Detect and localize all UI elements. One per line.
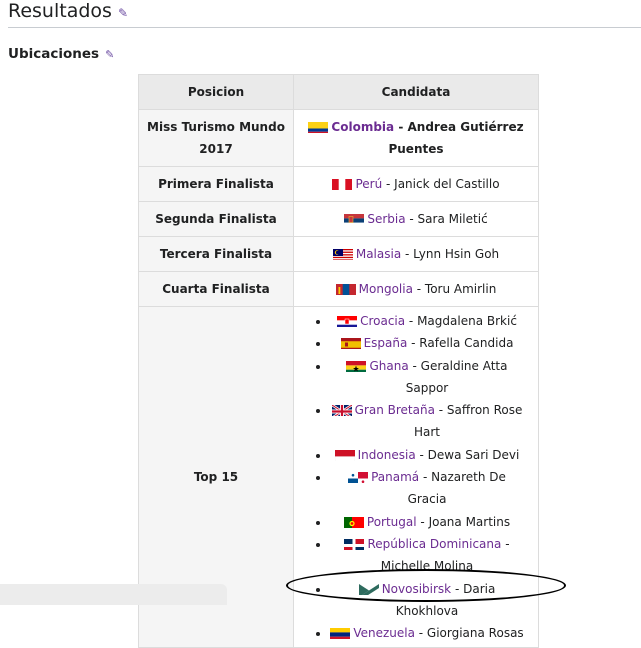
position-cell: Cuarta Finalista <box>138 271 294 307</box>
country-link[interactable]: Indonesia <box>358 448 416 462</box>
mongolia-flag-icon <box>335 282 356 295</box>
candidate-name: Nazareth De Gracia <box>407 470 506 507</box>
candidate-name: Michelle Molina <box>380 559 474 574</box>
list-item: Novosibirsk - Daria Khokhlova <box>330 578 532 623</box>
results-table: Posicion Candidata Miss Turismo Mundo 20… <box>138 74 539 648</box>
country-link[interactable]: Malasia <box>356 247 401 261</box>
list-item: Gran Bretaña - Saffron Rose Hart <box>330 399 532 444</box>
candidate-name: Janick del Castillo <box>394 177 500 191</box>
subsection-heading: Ubicaciones ✎ <box>8 46 114 62</box>
position-cell: Segunda Finalista <box>138 201 294 237</box>
bottom-overlay-bar <box>0 584 227 605</box>
list-item: España - Rafella Candida <box>330 332 532 354</box>
indonesia-flag-icon <box>334 448 355 461</box>
candidate-name: Rafella Candida <box>419 336 514 351</box>
country-link[interactable]: Panamá <box>371 470 419 484</box>
country-link[interactable]: España <box>364 336 408 350</box>
list-item: República Dominicana - Michelle Molina <box>330 533 532 578</box>
uk-flag-icon <box>331 403 352 417</box>
candidate-name: Giorgiana Rosas <box>426 626 524 641</box>
venezuela-flag-icon <box>330 626 351 640</box>
portugal-flag-icon <box>343 515 364 528</box>
spain-flag-icon <box>340 336 361 350</box>
subsection-title: Ubicaciones <box>8 46 100 62</box>
pencil-icon[interactable]: ✎ <box>118 6 128 20</box>
list-item: Croacia - Magdalena Brkić <box>330 310 532 332</box>
country-link[interactable]: Colombia <box>331 120 394 134</box>
malaysia-flag-icon <box>332 247 353 260</box>
ghana-flag-icon <box>346 359 367 372</box>
candidate-cell: Colombia - Andrea Gutiérrez Puentes <box>293 109 539 167</box>
serbia-flag-icon <box>344 212 365 225</box>
list-item: Venezuela - Giorgiana Rosas <box>330 622 532 644</box>
croatia-flag-icon <box>337 314 358 327</box>
table-row: Primera Finalista Perú - Janick del Cast… <box>138 166 539 202</box>
country-link[interactable]: Gran Bretaña <box>355 403 435 417</box>
candidate-cell: Perú - Janick del Castillo <box>293 166 539 202</box>
heading-divider <box>8 27 641 28</box>
list-item: Ghana - Geraldine Atta Sappor <box>330 355 532 400</box>
candidate-cell: Croacia - Magdalena Brkić España - Rafel… <box>293 305 539 648</box>
section-title: Resultados <box>8 0 112 22</box>
list-item: Panamá - Nazareth De Gracia <box>330 466 532 511</box>
candidate-name: Andrea Gutiérrez Puentes <box>388 120 524 156</box>
candidate-name: Joana Martins <box>428 514 511 529</box>
column-header-position: Posicion <box>138 74 294 110</box>
table-row: Miss Turismo Mundo 2017 Colombia - Andre… <box>138 109 539 167</box>
candidate-cell: Malasia - Lynn Hsin Goh <box>293 236 539 272</box>
list-item: Indonesia - Dewa Sari Devi <box>330 444 532 466</box>
panama-flag-icon <box>348 470 369 484</box>
top15-list: Croacia - Magdalena Brkić España - Rafel… <box>300 307 532 647</box>
country-link[interactable]: Ghana <box>369 359 408 373</box>
candidate-name: Sara Miletić <box>417 212 488 226</box>
country-link[interactable]: Croacia <box>360 314 405 328</box>
pencil-icon[interactable]: ✎ <box>105 48 114 61</box>
novosibirsk-flag-icon <box>358 582 379 595</box>
candidate-name: Geraldine Atta Sappor <box>405 358 508 395</box>
table-row: Segunda Finalista Serbia - Sara Miletić <box>138 201 539 237</box>
country-link[interactable]: Perú <box>355 177 382 191</box>
candidate-name: Lynn Hsin Goh <box>413 247 500 261</box>
country-link[interactable]: Portugal <box>367 515 417 529</box>
table-row: Cuarta Finalista Mongolia - Toru Amirlin <box>138 271 539 307</box>
country-link[interactable]: Serbia <box>367 212 405 226</box>
country-link[interactable]: Novosibirsk <box>382 582 451 596</box>
list-item: Portugal - Joana Martins <box>330 511 532 533</box>
dominican-republic-flag-icon <box>344 537 365 550</box>
candidate-cell: Mongolia - Toru Amirlin <box>293 271 539 307</box>
candidate-cell: Serbia - Sara Miletić <box>293 201 539 237</box>
section-heading: Resultados ✎ <box>8 0 128 22</box>
candidate-name: Dewa Sari Devi <box>427 447 520 462</box>
candidate-name: Toru Amirlin <box>424 282 497 296</box>
colombia-flag-icon <box>308 120 329 133</box>
position-cell: Primera Finalista <box>138 166 294 202</box>
country-link[interactable]: Venezuela <box>353 626 415 640</box>
candidate-name: Magdalena Brkić <box>417 314 517 328</box>
table-row: Tercera Finalista Malasia - Lynn Hsin Go… <box>138 236 539 272</box>
peru-flag-icon <box>332 177 353 190</box>
country-link[interactable]: Mongolia <box>359 282 413 296</box>
country-link[interactable]: República Dominicana <box>367 537 501 551</box>
position-cell: Miss Turismo Mundo 2017 <box>138 109 294 167</box>
column-header-candidate: Candidata <box>293 74 539 110</box>
position-cell: Tercera Finalista <box>138 236 294 272</box>
